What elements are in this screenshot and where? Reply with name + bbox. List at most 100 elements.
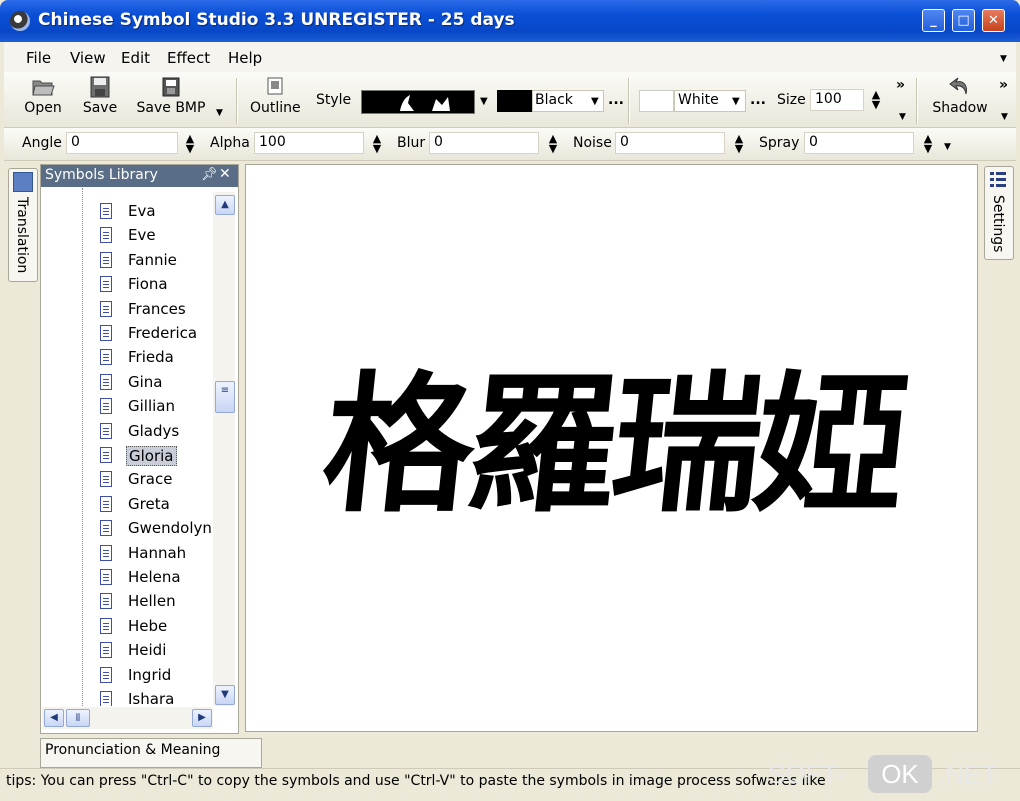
outline-button[interactable]: Outline xyxy=(250,76,301,124)
toolbar-overflow-icon[interactable]: ▼ xyxy=(899,112,906,122)
minimize-icon[interactable]: _ xyxy=(922,9,945,32)
color1-swatch[interactable] xyxy=(497,90,532,112)
library-item-label: Ingrid xyxy=(128,665,172,684)
document-icon xyxy=(100,642,112,659)
save-bmp-button[interactable]: Save BMP xyxy=(136,76,206,124)
save-button[interactable]: Save xyxy=(80,76,120,124)
maximize-icon[interactable]: □ xyxy=(952,9,975,32)
style-dropdown-icon[interactable]: ▼ xyxy=(480,96,488,107)
close-panel-icon[interactable]: ✕ xyxy=(219,166,231,182)
library-item[interactable]: Hellen xyxy=(42,590,212,614)
pin-icon[interactable]: 📌︎ xyxy=(201,167,218,182)
library-vscrollbar[interactable] xyxy=(213,192,235,706)
save-bmp-icon xyxy=(162,77,180,97)
library-item[interactable]: Gloria xyxy=(42,444,212,468)
library-vscroll-thumb[interactable]: ≡ xyxy=(215,381,235,413)
library-item[interactable]: Eva xyxy=(42,200,212,224)
library-title: Symbols Library xyxy=(45,167,158,183)
library-item[interactable]: Eve xyxy=(42,224,212,248)
spray-spinner[interactable]: ▲ ▼ xyxy=(922,133,934,154)
library-item[interactable]: Frederica xyxy=(42,322,212,346)
size-spinner[interactable]: ▲ ▼ xyxy=(870,89,882,110)
toolbar-chevron-icon[interactable]: » xyxy=(896,77,905,93)
library-item[interactable]: Helena xyxy=(42,566,212,590)
library-item-label: Frieda xyxy=(128,348,174,367)
library-item[interactable]: Fannie xyxy=(42,249,212,273)
scroll-right-icon[interactable]: ▶ xyxy=(192,709,212,727)
library-item[interactable]: Gwendolyn xyxy=(42,517,212,541)
library-item[interactable]: Greta xyxy=(42,493,212,517)
library-item-label: Gina xyxy=(128,372,163,391)
menu-file[interactable]: File xyxy=(26,49,51,67)
shadow-button[interactable]: Shadow xyxy=(930,76,990,124)
library-hscroll-thumb[interactable]: ⦀ xyxy=(66,709,90,727)
library-item[interactable]: Gillian xyxy=(42,395,212,419)
save-label: Save xyxy=(82,100,118,116)
status-tip: tips: You can press "Ctrl-C" to copy the… xyxy=(6,773,826,789)
color2-dropdown-icon[interactable]: ▼ xyxy=(732,96,740,107)
alpha-input[interactable]: 100 xyxy=(254,132,364,154)
library-item[interactable]: Hannah xyxy=(42,542,212,566)
library-item[interactable]: Ishara xyxy=(42,688,212,706)
pronunciation-tab-label: Pronunciation & Meaning xyxy=(45,742,221,758)
scroll-up-icon[interactable]: ▲ xyxy=(215,195,235,215)
menu-overflow-icon[interactable]: ▼ xyxy=(1000,54,1007,64)
angle-input[interactable]: 0 xyxy=(66,132,178,154)
angle-spinner[interactable]: ▲ ▼ xyxy=(184,133,196,154)
library-item[interactable]: Ingrid xyxy=(42,664,212,688)
document-icon xyxy=(100,520,112,537)
color2-more-button[interactable]: ... xyxy=(750,92,766,108)
outline-label: Outline xyxy=(250,100,301,116)
library-item-label: Hebe xyxy=(128,616,168,635)
shadow-label: Shadow xyxy=(932,100,988,116)
library-item-label: Gladys xyxy=(128,421,180,440)
library-item[interactable]: Hebe xyxy=(42,615,212,639)
effects-overflow-icon[interactable]: ▼ xyxy=(944,142,951,152)
spray-input[interactable]: 0 xyxy=(804,132,914,154)
menu-help[interactable]: Help xyxy=(228,49,262,67)
library-item[interactable]: Gladys xyxy=(42,420,212,444)
menu-bar xyxy=(4,42,1016,72)
library-item[interactable]: Gina xyxy=(42,371,212,395)
library-item-label: Ishara xyxy=(128,690,175,706)
color2-swatch[interactable] xyxy=(639,90,674,112)
color1-more-button[interactable]: ... xyxy=(608,92,624,108)
document-icon xyxy=(100,666,112,683)
color1-label: Black xyxy=(535,92,573,108)
library-item[interactable]: Frances xyxy=(42,298,212,322)
menu-view[interactable]: View xyxy=(70,49,106,67)
library-item[interactable]: Heidi xyxy=(42,639,212,663)
library-item-label: Hannah xyxy=(128,543,187,562)
toolbar-separator xyxy=(236,78,238,124)
noise-spinner[interactable]: ▲ ▼ xyxy=(733,133,745,154)
scroll-down-icon[interactable]: ▼ xyxy=(215,685,235,705)
style-preview[interactable] xyxy=(361,90,475,114)
close-icon[interactable]: ✕ xyxy=(982,9,1005,32)
library-item-label: Frances xyxy=(128,299,186,318)
menu-effect[interactable]: Effect xyxy=(167,49,210,67)
color1-dropdown-icon[interactable]: ▼ xyxy=(591,96,599,107)
menu-edit[interactable]: Edit xyxy=(121,49,150,67)
toolbar2-chevron-icon[interactable]: » xyxy=(999,77,1008,93)
library-item-label: Eve xyxy=(128,226,156,245)
library-item-label: Greta xyxy=(128,494,170,513)
blur-spinner[interactable]: ▲ ▼ xyxy=(547,133,559,154)
noise-input[interactable]: 0 xyxy=(615,132,725,154)
open-button[interactable]: Open xyxy=(22,76,64,124)
library-item[interactable]: Fiona xyxy=(42,273,212,297)
window-title: Chinese Symbol Studio 3.3 UNREGISTER - 2… xyxy=(38,10,515,30)
size-label: Size xyxy=(777,92,806,108)
document-icon xyxy=(100,691,112,706)
alpha-spinner[interactable]: ▲ ▼ xyxy=(371,133,383,154)
library-item[interactable]: Frieda xyxy=(42,346,212,370)
symbols-tree[interactable]: Eva Eve Fannie Fiona Frances Frederica Frieda G… xyxy=(42,188,212,706)
color2-label: White xyxy=(678,92,719,108)
toolbar2-overflow-icon[interactable]: ▼ xyxy=(1001,112,1008,122)
size-input[interactable]: 100 xyxy=(810,89,864,111)
watermark-left: SOFT- xyxy=(768,759,845,789)
scroll-left-icon[interactable]: ◀ xyxy=(44,709,64,727)
toolbar-dropdown-icon[interactable]: ▼ xyxy=(216,108,223,118)
library-item[interactable]: Grace xyxy=(42,468,212,492)
blur-input[interactable]: 0 xyxy=(429,132,539,154)
blur-label: Blur xyxy=(397,135,426,151)
